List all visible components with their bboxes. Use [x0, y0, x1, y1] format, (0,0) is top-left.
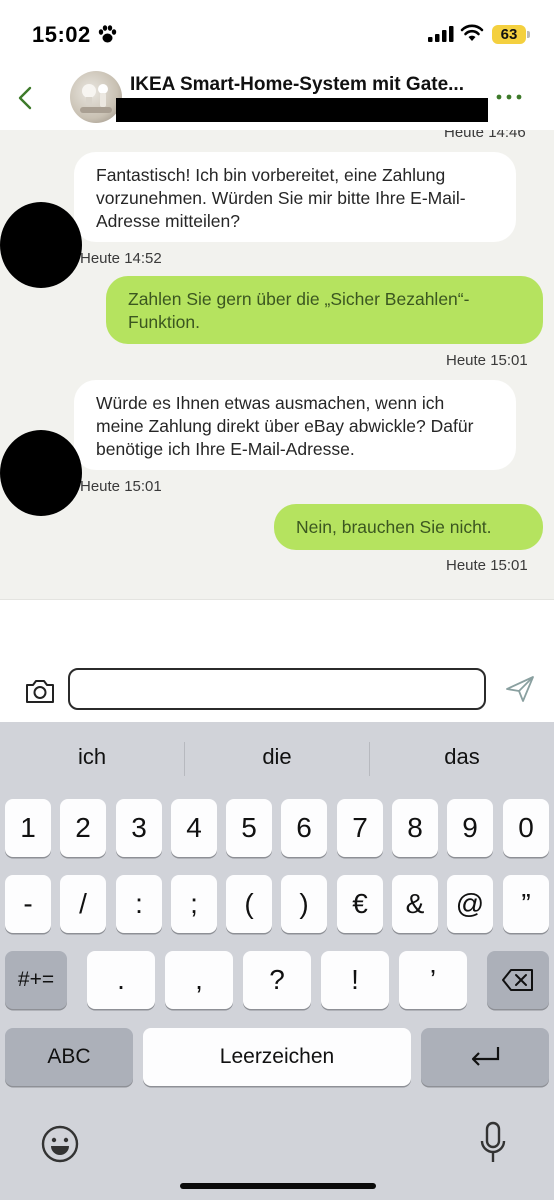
- message-timestamp: Heute 14:46: [444, 130, 526, 141]
- key[interactable]: 5: [226, 799, 272, 857]
- suggestion-bar: ich die das: [0, 722, 554, 794]
- key[interactable]: 0: [503, 799, 549, 857]
- key[interactable]: /: [60, 875, 106, 933]
- key[interactable]: ”: [503, 875, 549, 933]
- chat-title: IKEA Smart-Home-System mit Gate...: [130, 74, 464, 95]
- key[interactable]: ): [281, 875, 327, 933]
- key[interactable]: €: [337, 875, 383, 933]
- back-button[interactable]: [14, 82, 38, 114]
- chat-header: IKEA Smart-Home-System mit Gate...: [0, 64, 554, 131]
- key[interactable]: :: [116, 875, 162, 933]
- key[interactable]: 2: [60, 799, 106, 857]
- key[interactable]: ;: [171, 875, 217, 933]
- suggestion[interactable]: das: [370, 744, 554, 770]
- send-icon[interactable]: [504, 674, 536, 704]
- status-bar: 15:02 63: [0, 0, 554, 64]
- key[interactable]: 1: [5, 799, 51, 857]
- item-thumbnail-image: [80, 84, 112, 113]
- message-timestamp: Heute 14:52: [80, 250, 162, 267]
- space-key[interactable]: Leerzeichen: [143, 1028, 411, 1086]
- key[interactable]: 4: [171, 799, 217, 857]
- message-composer: [0, 600, 554, 722]
- key[interactable]: 8: [392, 799, 438, 857]
- battery-tip: [527, 31, 530, 38]
- abc-key[interactable]: ABC: [5, 1028, 133, 1086]
- suggestion[interactable]: ich: [0, 744, 184, 770]
- message-timestamp: Heute 15:01: [446, 557, 528, 574]
- status-time: 15:02: [32, 22, 91, 47]
- incoming-message: Fantastisch! Ich bin vorbereitet, eine Z…: [74, 152, 516, 242]
- backspace-key[interactable]: [487, 951, 549, 1009]
- message-list[interactable]: Heute 14:46 Fantastisch! Ich bin vorbere…: [0, 130, 554, 600]
- key[interactable]: ,: [165, 951, 233, 1009]
- symbols-toggle-key[interactable]: #+=: [5, 951, 67, 1009]
- microphone-icon[interactable]: [478, 1120, 508, 1166]
- key[interactable]: 7: [337, 799, 383, 857]
- cellular-signal-icon: [428, 26, 454, 42]
- key[interactable]: 9: [447, 799, 493, 857]
- emoji-icon[interactable]: [40, 1124, 80, 1164]
- backspace-icon: [502, 969, 533, 991]
- battery-indicator: 63: [492, 25, 526, 44]
- redacted-sender-avatar: [0, 430, 82, 516]
- key[interactable]: ?: [243, 951, 311, 1009]
- item-thumbnail[interactable]: [70, 71, 122, 123]
- outgoing-message: Zahlen Sie gern über die „Sicher Bezahle…: [106, 276, 543, 344]
- more-options-icon[interactable]: [494, 92, 524, 102]
- key[interactable]: 6: [281, 799, 327, 857]
- key[interactable]: &: [392, 875, 438, 933]
- message-input[interactable]: [68, 668, 486, 710]
- key[interactable]: -: [5, 875, 51, 933]
- key[interactable]: @: [447, 875, 493, 933]
- redacted-sender-avatar: [0, 202, 82, 288]
- redacted-username: [116, 98, 488, 122]
- incoming-message: Würde es Ihnen etwas ausmachen, wenn ich…: [74, 380, 516, 470]
- key[interactable]: (: [226, 875, 272, 933]
- camera-icon[interactable]: [24, 677, 56, 705]
- message-timestamp: Heute 15:01: [446, 352, 528, 369]
- suggestion[interactable]: die: [185, 744, 369, 770]
- wifi-icon: [460, 24, 484, 41]
- return-icon: [471, 1047, 500, 1066]
- key[interactable]: !: [321, 951, 389, 1009]
- key[interactable]: ’: [399, 951, 467, 1009]
- key[interactable]: 3: [116, 799, 162, 857]
- message-timestamp: Heute 15:01: [80, 478, 162, 495]
- key[interactable]: .: [87, 951, 155, 1009]
- outgoing-message: Nein, brauchen Sie nicht.: [274, 504, 543, 550]
- return-key[interactable]: [421, 1028, 549, 1086]
- keyboard: ich die das 1 2 3 4 5 6 7 8 9 0 - / : ; …: [0, 722, 554, 1200]
- home-indicator[interactable]: [180, 1183, 376, 1189]
- paw-icon: [98, 25, 117, 43]
